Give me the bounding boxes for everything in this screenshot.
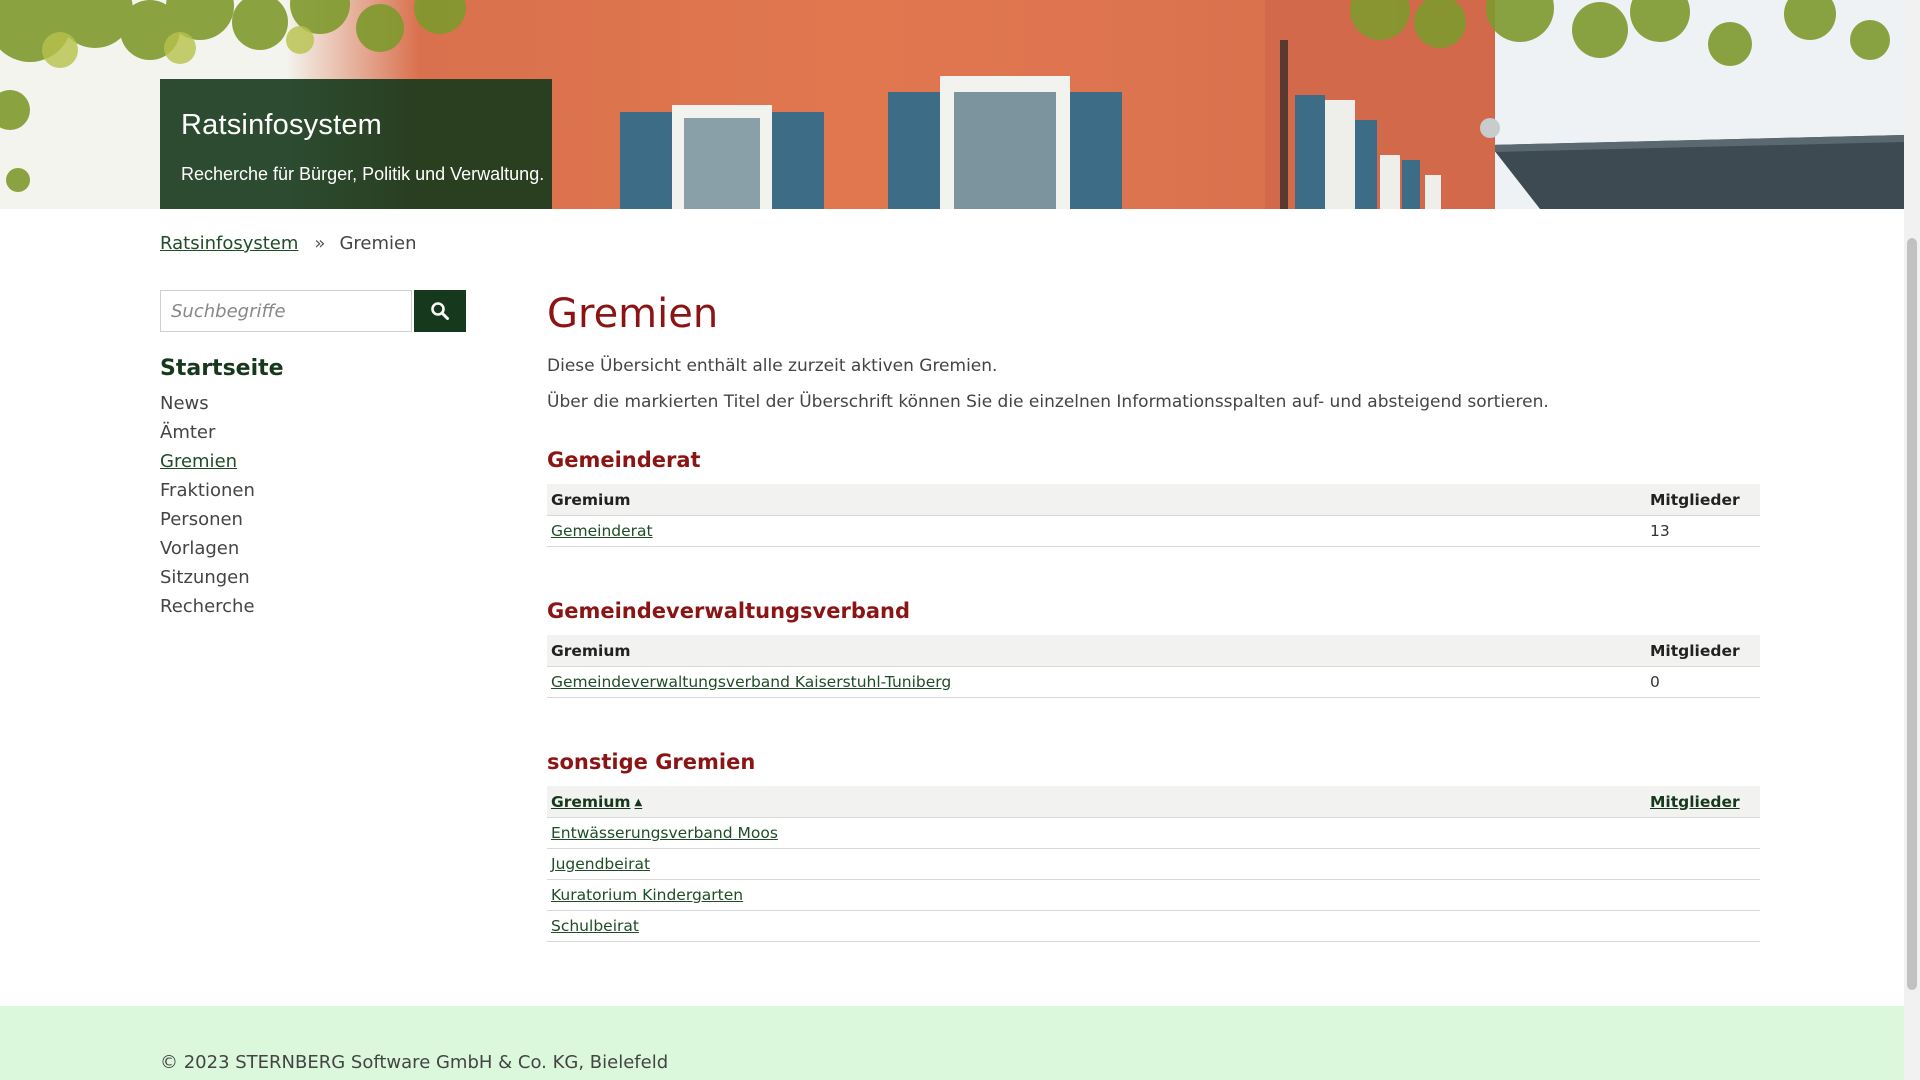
table-sonstige-gremien: Gremium ▲ Mitglieder Entwässerungsverband… bbox=[547, 786, 1760, 942]
gremium-link[interactable]: Schulbeirat bbox=[551, 917, 639, 935]
sort-by-mitglieder-link[interactable]: Mitglieder bbox=[1650, 793, 1740, 811]
nav-item-vorlagen[interactable]: Vorlagen bbox=[160, 534, 284, 563]
table-header-row: Gremium Mitglieder bbox=[547, 484, 1760, 516]
copyright-text: © 2023 STERNBERG Software GmbH & Co. KG,… bbox=[160, 1052, 669, 1073]
gremium-link[interactable]: Jugendbeirat bbox=[551, 855, 650, 873]
page-title: Gremien bbox=[547, 291, 719, 337]
scrollbar-thumb[interactable] bbox=[1907, 238, 1917, 990]
table-row: Jugendbeirat bbox=[547, 848, 1760, 880]
breadcrumb-home-link[interactable]: Ratsinfosystem bbox=[160, 233, 298, 254]
nav-item-personen[interactable]: Personen bbox=[160, 505, 284, 534]
breadcrumb-separator: » bbox=[314, 233, 326, 254]
site-title: Ratsinfosystem bbox=[181, 109, 383, 141]
nav-item-recherche[interactable]: Recherche bbox=[160, 592, 284, 621]
site-subtitle: Recherche für Bürger, Politik und Verwal… bbox=[181, 164, 545, 184]
window-group bbox=[620, 76, 1441, 209]
table-row: Gemeindeverwaltungsverband Kaiserstuhl-T… bbox=[547, 666, 1760, 698]
section-title-gemeinderat: Gemeinderat bbox=[547, 448, 701, 472]
main-content: Gremien Diese Übersicht enthält alle zur… bbox=[547, 288, 1760, 942]
intro-text: Diese Übersicht enthält alle zurzeit akt… bbox=[547, 356, 998, 376]
nav-home-link[interactable]: Startseite bbox=[160, 356, 284, 381]
search-form bbox=[160, 290, 466, 332]
gremium-link[interactable]: Kuratorium Kindergarten bbox=[551, 886, 743, 904]
gremium-link[interactable]: Gemeindeverwaltungsverband Kaiserstuhl-T… bbox=[551, 673, 951, 691]
search-button[interactable] bbox=[414, 290, 466, 332]
breadcrumb-current: Gremien bbox=[339, 233, 417, 254]
table-row: Entwässerungsverband Moos bbox=[547, 817, 1760, 849]
page-scrollbar[interactable] bbox=[1904, 0, 1920, 1080]
footer: © 2023 STERNBERG Software GmbH & Co. KG,… bbox=[0, 1006, 1904, 1080]
sort-ascending-icon: ▲ bbox=[634, 796, 643, 808]
column-header-mitglieder: Mitglieder bbox=[1646, 484, 1760, 516]
members-count bbox=[1646, 817, 1760, 849]
nav-item-fraktionen[interactable]: Fraktionen bbox=[160, 476, 284, 505]
nav-item-news[interactable]: News bbox=[160, 389, 284, 418]
members-count: 0 bbox=[1646, 666, 1760, 698]
table-row: Kuratorium Kindergarten bbox=[547, 879, 1760, 911]
site-title-box: Ratsinfosystem Recherche für Bürger, Pol… bbox=[160, 79, 552, 209]
search-input[interactable] bbox=[160, 290, 412, 332]
intro-sort-hint: Über die markierten Titel der Überschrif… bbox=[547, 392, 1549, 412]
members-count bbox=[1646, 848, 1760, 880]
nav-item-sitzungen[interactable]: Sitzungen bbox=[160, 563, 284, 592]
table-row: Gemeinderat 13 bbox=[547, 515, 1760, 547]
members-count: 13 bbox=[1646, 515, 1760, 547]
gremium-link[interactable]: Entwässerungsverband Moos bbox=[551, 824, 778, 842]
nav-item-gremien[interactable]: Gremien bbox=[160, 447, 284, 476]
sort-by-gremium-link[interactable]: Gremium ▲ bbox=[551, 793, 642, 811]
column-header-gremium: Gremium bbox=[551, 792, 631, 811]
side-navigation: Startseite News Ämter Gremien Fraktionen… bbox=[160, 356, 284, 621]
column-header-gremium: Gremium bbox=[547, 635, 1646, 667]
column-header-mitglieder: Mitglieder bbox=[1646, 635, 1760, 667]
table-gemeindeverwaltungsverband: Gremium Mitglieder Gemeindeverwaltungsve… bbox=[547, 635, 1760, 698]
table-gemeinderat: Gremium Mitglieder Gemeinderat 13 bbox=[547, 484, 1760, 547]
table-header-row: Gremium Mitglieder bbox=[547, 635, 1760, 667]
search-icon bbox=[431, 302, 449, 320]
table-header-row: Gremium ▲ Mitglieder bbox=[547, 786, 1760, 818]
section-title-gemeindeverwaltungsverband: Gemeindeverwaltungsverband bbox=[547, 599, 911, 623]
members-count bbox=[1646, 879, 1760, 911]
header-banner: Ratsinfosystem Recherche für Bürger, Pol… bbox=[0, 0, 1904, 209]
breadcrumb: Ratsinfosystem » Gremien bbox=[160, 233, 416, 254]
section-title-sonstige-gremien: sonstige Gremien bbox=[547, 750, 756, 774]
column-header-gremium: Gremium bbox=[547, 484, 1646, 516]
table-row: Schulbeirat bbox=[547, 910, 1760, 942]
members-count bbox=[1646, 910, 1760, 942]
nav-item-aemter[interactable]: Ämter bbox=[160, 418, 284, 447]
gremium-link[interactable]: Gemeinderat bbox=[551, 522, 653, 540]
